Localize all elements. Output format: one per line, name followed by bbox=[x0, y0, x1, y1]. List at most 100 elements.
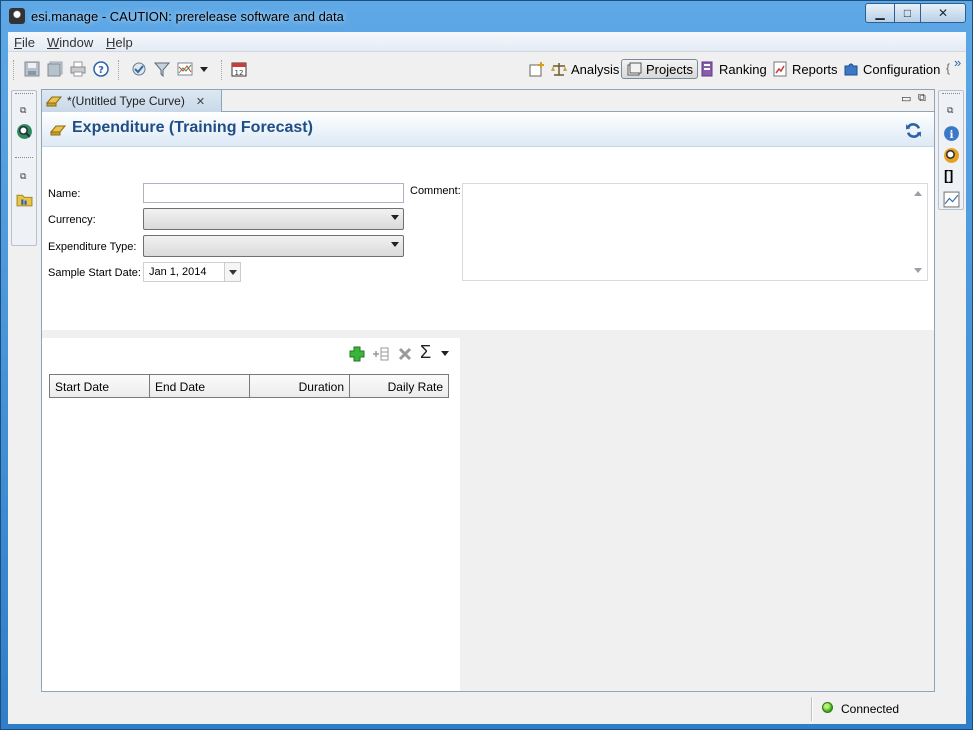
expenditure-type-select[interactable] bbox=[143, 235, 404, 257]
chevron-down-icon[interactable] bbox=[440, 348, 450, 358]
minimize-view-icon[interactable]: ▭ bbox=[901, 92, 911, 105]
column-header-start-date[interactable]: Start Date bbox=[50, 375, 150, 397]
trim-divider bbox=[15, 93, 33, 94]
chevron-down-icon bbox=[391, 215, 399, 220]
perspective-projects[interactable]: Projects bbox=[621, 59, 698, 79]
sum-icon[interactable]: Σ bbox=[420, 342, 431, 363]
title-bar: esi.manage - CAUTION: prerelease softwar… bbox=[1, 1, 972, 31]
column-header-duration[interactable]: Duration bbox=[250, 375, 350, 397]
funnel-icon[interactable] bbox=[154, 61, 170, 77]
currency-select[interactable] bbox=[143, 208, 404, 230]
column-header-end-date[interactable]: End Date bbox=[150, 375, 250, 397]
chevron-down-icon[interactable] bbox=[199, 61, 209, 77]
perspective-configuration[interactable]: Configuration bbox=[839, 59, 944, 79]
bracket-icon: { bbox=[946, 61, 951, 75]
app-logo-icon bbox=[9, 8, 25, 24]
toolbar-separator bbox=[118, 60, 120, 80]
perspective-projects-label: Projects bbox=[646, 61, 693, 77]
projects-icon bbox=[627, 62, 642, 76]
save-all-icon[interactable] bbox=[47, 61, 63, 77]
reports-icon bbox=[773, 61, 787, 77]
name-label: Name: bbox=[48, 188, 81, 200]
menu-window[interactable]: Window bbox=[47, 35, 93, 50]
comment-label: Comment: bbox=[410, 185, 461, 197]
table-header-row: Start Date End Date Duration Daily Rate bbox=[49, 374, 449, 398]
puzzle-icon bbox=[844, 63, 858, 76]
status-separator bbox=[811, 697, 813, 721]
scroll-up-arrow[interactable] bbox=[914, 191, 922, 196]
scale-icon bbox=[551, 63, 567, 76]
connection-status-text: Connected bbox=[841, 702, 900, 716]
help-icon[interactable]: ? bbox=[93, 61, 109, 77]
refresh-icon[interactable] bbox=[905, 122, 922, 139]
date-picker-button[interactable] bbox=[224, 262, 241, 282]
comment-textarea[interactable] bbox=[462, 183, 928, 281]
menu-help[interactable]: Help bbox=[106, 35, 133, 50]
expenditure-table-panel: Σ Start Date End Date Duration Daily Rat… bbox=[42, 338, 460, 691]
tab-untitled-type-curve[interactable]: *(Untitled Type Curve) ✕ bbox=[42, 90, 222, 112]
chart-icon[interactable] bbox=[177, 61, 193, 77]
toolbar-separator bbox=[221, 60, 223, 80]
delete-icon[interactable] bbox=[397, 346, 413, 362]
form-title: Expenditure (Training Forecast) bbox=[72, 119, 313, 136]
expenditure-icon bbox=[46, 96, 62, 107]
perspective-ranking[interactable]: Ranking bbox=[695, 59, 771, 79]
add-icon[interactable] bbox=[349, 346, 365, 362]
left-trim-bar: ⧉ ⧉ bbox=[11, 90, 37, 246]
right-trim-bar: ⧉ i [] bbox=[938, 90, 964, 210]
status-bar: Connected bbox=[8, 694, 966, 724]
restore-icon[interactable]: ⧉ bbox=[20, 105, 26, 116]
search-globe-icon[interactable] bbox=[16, 123, 33, 140]
svg-text:?: ? bbox=[98, 65, 104, 76]
maximize-button[interactable]: □ bbox=[894, 3, 921, 23]
perspective-ranking-label: Ranking bbox=[719, 61, 767, 77]
calendar-icon[interactable]: 12 bbox=[231, 61, 247, 77]
form-header: Expenditure (Training Forecast) bbox=[42, 112, 934, 147]
connection-status-icon bbox=[822, 702, 833, 713]
folder-chart-icon[interactable] bbox=[16, 191, 33, 208]
perspective-reports[interactable]: Reports bbox=[768, 59, 842, 79]
data-chart-icon[interactable] bbox=[943, 191, 960, 208]
open-perspective-icon[interactable] bbox=[529, 61, 545, 77]
currency-label: Currency: bbox=[48, 214, 96, 226]
expenditure-type-label: Expenditure Type: bbox=[48, 241, 137, 253]
app-window: esi.manage - CAUTION: prerelease softwar… bbox=[0, 0, 973, 730]
trim-divider bbox=[15, 157, 33, 158]
trim-divider bbox=[942, 93, 960, 94]
perspective-reports-label: Reports bbox=[792, 61, 838, 77]
ranking-icon bbox=[701, 61, 713, 77]
menu-file[interactable]: File bbox=[14, 35, 35, 50]
section-divider bbox=[42, 330, 934, 338]
print-icon[interactable] bbox=[70, 61, 86, 77]
close-button[interactable]: ✕ bbox=[920, 3, 966, 23]
save-icon[interactable] bbox=[24, 61, 40, 77]
tab-label: *(Untitled Type Curve) bbox=[67, 94, 185, 108]
scroll-down-arrow[interactable] bbox=[914, 268, 922, 273]
sample-start-date-label: Sample Start Date: bbox=[48, 267, 141, 279]
detail-panel bbox=[460, 338, 934, 691]
perspective-configuration-label: Configuration bbox=[863, 61, 941, 77]
tab-close-icon[interactable]: ✕ bbox=[196, 95, 205, 108]
menu-bar: File Window Help bbox=[8, 32, 966, 52]
maximize-view-icon[interactable]: ⧉ bbox=[918, 92, 926, 105]
svg-text:i: i bbox=[949, 128, 953, 141]
client-area: File Window Help ? 12 Analysis Projects … bbox=[8, 32, 966, 724]
info-globe-icon[interactable]: i bbox=[943, 125, 960, 142]
search-settings-icon[interactable] bbox=[943, 147, 960, 164]
svg-text:12: 12 bbox=[235, 69, 244, 77]
window-title: esi.manage - CAUTION: prerelease softwar… bbox=[31, 9, 344, 24]
main-toolbar: ? 12 Analysis Projects Ranking Reports C… bbox=[8, 52, 966, 86]
filter-check-icon[interactable] bbox=[131, 61, 147, 77]
perspective-analysis[interactable]: Analysis bbox=[547, 59, 623, 79]
editor-panel: *(Untitled Type Curve) ✕ ▭ ⧉ Expenditure… bbox=[41, 89, 935, 692]
sample-start-date-input[interactable]: Jan 1, 2014 bbox=[143, 262, 225, 282]
column-header-daily-rate[interactable]: Daily Rate bbox=[350, 375, 448, 397]
name-input[interactable] bbox=[143, 183, 404, 203]
chevron-down-icon bbox=[391, 242, 399, 247]
brackets-icon[interactable]: [] bbox=[944, 167, 953, 183]
insert-row-icon[interactable] bbox=[372, 346, 390, 362]
minimize-button[interactable]: ▁ bbox=[865, 3, 895, 23]
restore-icon[interactable]: ⧉ bbox=[947, 105, 953, 116]
restore-icon[interactable]: ⧉ bbox=[20, 171, 26, 182]
overflow-chevron-icon[interactable]: » bbox=[954, 55, 961, 70]
